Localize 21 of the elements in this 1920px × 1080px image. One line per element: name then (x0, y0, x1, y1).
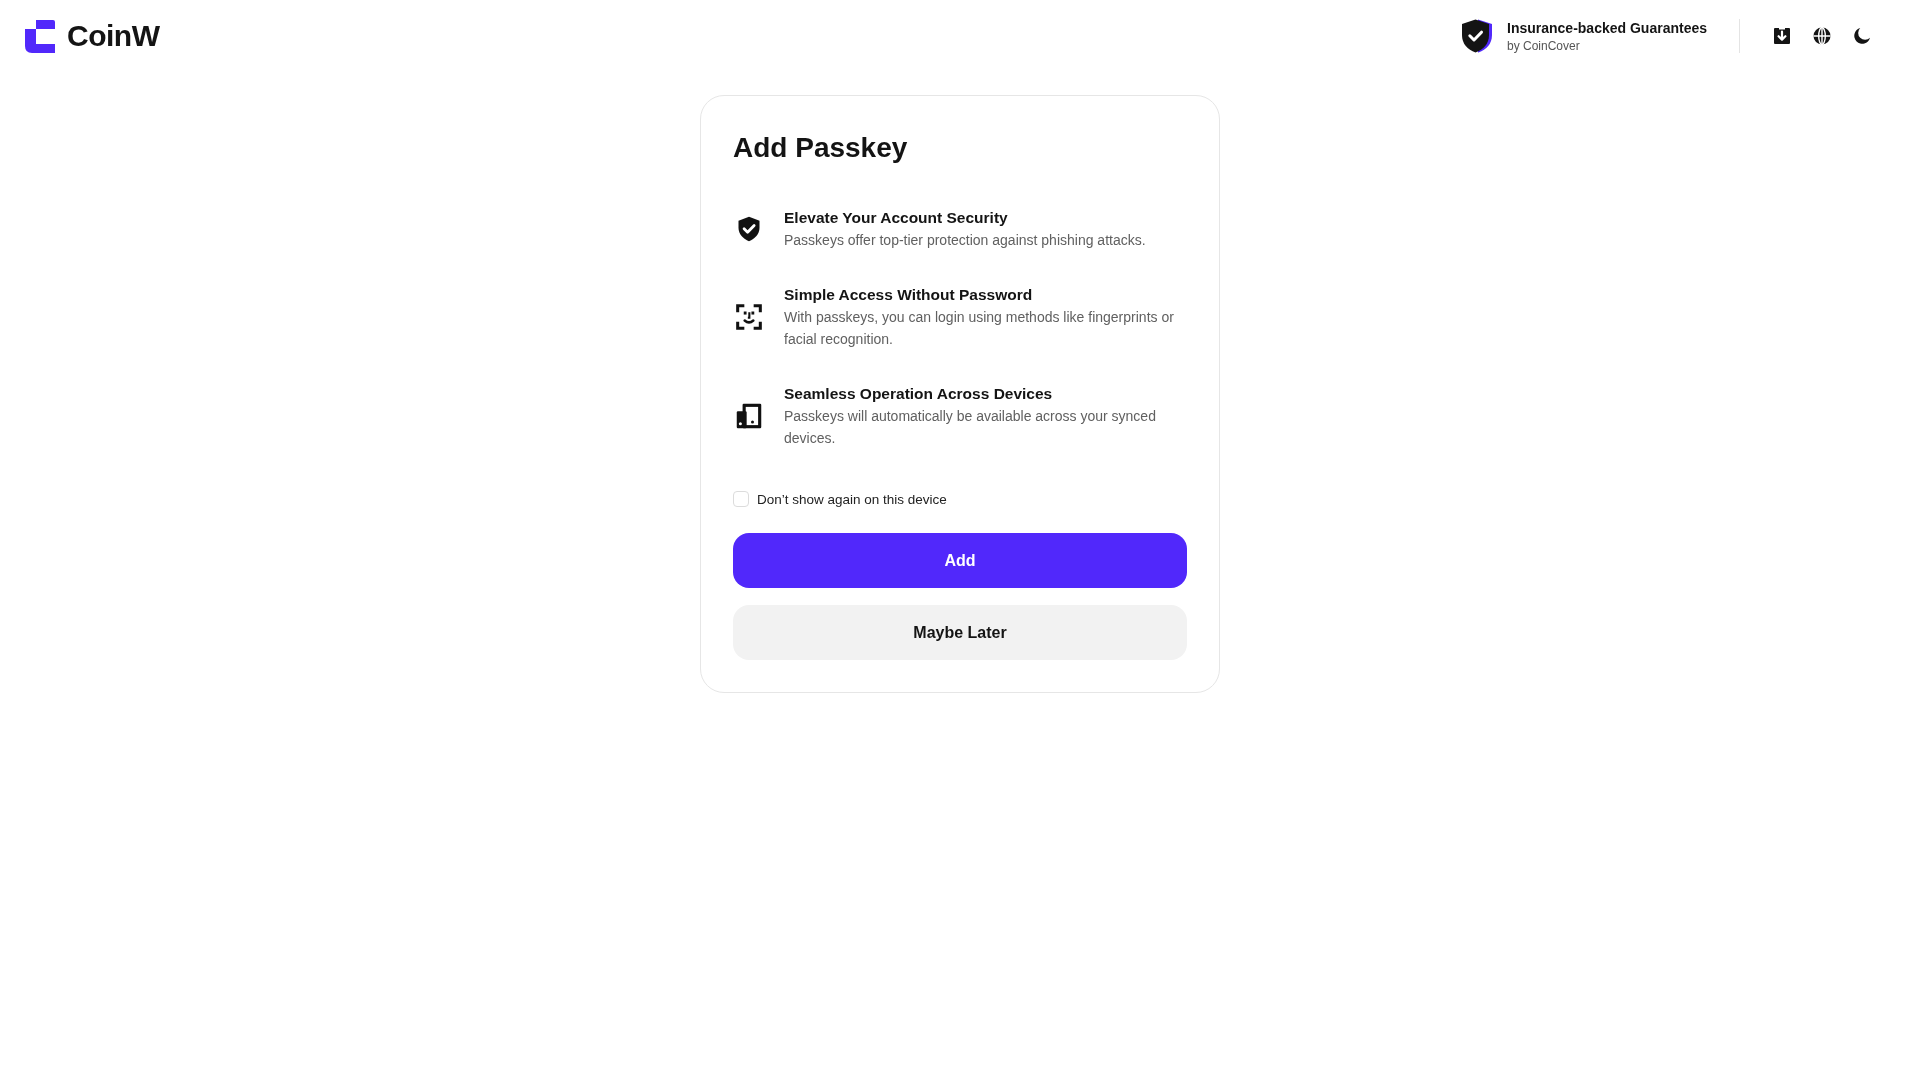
maybe-later-button[interactable]: Maybe Later (733, 605, 1187, 660)
download-icon (1773, 27, 1791, 45)
insurance-subtitle: by CoinCover (1507, 38, 1581, 53)
feature-title: Seamless Operation Across Devices (784, 384, 1054, 404)
logo-icon (25, 19, 55, 53)
feature-description: Passkeys will automatically be available across your synced devices. (784, 407, 1157, 448)
feature-description: Passkeys offer top-tier protection against phishing attacks. (784, 231, 1146, 250)
add-button[interactable]: Add (733, 533, 1187, 588)
feature-title: Simple Access Without Password (784, 285, 1034, 305)
feature-title: Elevate Your Account Security (784, 208, 1009, 228)
home-logo-link[interactable]: CoinW (25, 19, 160, 53)
shield-check-icon (1459, 18, 1495, 54)
checkbox-label[interactable]: Don’t show again on this device (757, 491, 947, 507)
checkbox[interactable] (733, 491, 749, 507)
dialog-title: Add Passkey (733, 131, 909, 165)
insurance-title: Insurance-backed Guarantees (1507, 19, 1707, 36)
moon-icon (1853, 27, 1871, 45)
devices-icon (735, 402, 763, 430)
globe-icon (1813, 27, 1831, 45)
feature-description: With passkeys, you can login using methods like fingerprints or facial recognition. (784, 308, 1175, 349)
face-scan-icon (735, 303, 763, 331)
